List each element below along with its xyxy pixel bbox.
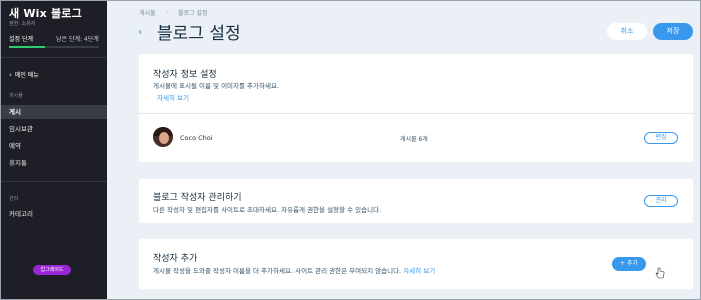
sidebar-item-publish[interactable]: 게시	[1, 105, 107, 119]
sidebar-divider	[1, 57, 107, 58]
add-writer-description-line: 게시물 작성을 도와줄 작성자 이름을 더 추가하세요. 사이트 관리 권한은 …	[153, 265, 435, 275]
page-title: 블로그 설정	[157, 24, 241, 44]
main-menu-back-link[interactable]: ‹ 메인 메뉴	[9, 70, 39, 80]
save-button[interactable]: 저장	[653, 23, 693, 40]
sidebar-item-trash[interactable]: 휴지통	[1, 156, 107, 170]
sidebar-divider	[1, 181, 107, 182]
role-label: 권한: 소유자	[9, 21, 36, 27]
add-writer-learn-more-link[interactable]: 자세히 보기	[403, 267, 435, 275]
sidebar-item-categories[interactable]: 카테고리	[1, 207, 107, 221]
setup-progress-bar	[9, 46, 99, 48]
author-info-card: 작성자 정보 설정 게시물에 표시될 이름 및 이미지를 추가하세요. 자세히 …	[139, 54, 693, 113]
breadcrumb-posts[interactable]: 게시물	[139, 8, 156, 17]
author-info-title: 작성자 정보 설정	[153, 70, 217, 80]
setup-step-label[interactable]: 설정 단계	[9, 34, 33, 43]
breadcrumb-current: 블로그 설정	[177, 10, 208, 17]
main-content: 게시물 › 블로그 설정 ‹ 블로그 설정 취소 저장 작성자 정보 설정 게시…	[107, 1, 700, 299]
add-writer-card: 작성자 추가 게시물 작성을 도와줄 작성자 이름을 더 추가하세요. 사이트 …	[139, 239, 693, 289]
section-posts-label: 게시물	[9, 93, 23, 99]
author-info-description: 게시물에 표시될 이름 및 이미지를 추가하세요.	[153, 82, 280, 90]
hand-cursor-icon	[655, 267, 665, 279]
manage-writers-description: 다른 작성자 및 편집자를 사이트로 초대하세요. 자유롭게 권한을 설정할 수…	[153, 206, 382, 214]
steps-left-label: 남은 단계: 4단계	[56, 36, 99, 43]
sidebar: 새 Wix 블로그 권한: 소유자 설정 단계 남은 단계: 4단계 ‹ 메인 …	[1, 1, 107, 299]
author-posts-count: 게시물 6개	[400, 136, 428, 143]
breadcrumb-separator-icon: ›	[165, 9, 168, 16]
upgrade-button[interactable]: 업그레이드	[33, 265, 71, 275]
setup-progress-fill	[9, 46, 45, 48]
site-title: 새 Wix 블로그	[9, 7, 82, 20]
avatar-face	[159, 132, 169, 144]
app-window: 새 Wix 블로그 권한: 소유자 설정 단계 남은 단계: 4단계 ‹ 메인 …	[0, 0, 701, 300]
breadcrumb: 게시물 › 블로그 설정	[139, 8, 207, 17]
manage-writers-title: 블로그 작성자 관리하기	[153, 193, 242, 203]
author-info-learn-more-link[interactable]: 자세히 보기	[157, 92, 189, 102]
author-row: Coco Choi 게시물 6개 편집	[139, 113, 693, 162]
edit-author-button[interactable]: 편집	[644, 132, 678, 144]
chevron-left-icon: ‹	[9, 70, 12, 79]
cancel-button[interactable]: 취소	[607, 23, 647, 40]
sidebar-item-drafts[interactable]: 임시보관	[1, 122, 107, 136]
manage-writers-card: 블로그 작성자 관리하기 다른 작성자 및 편집자를 사이트로 초대하세요. 자…	[139, 179, 693, 223]
author-name: Coco Choi	[180, 134, 213, 142]
back-arrow-icon[interactable]: ‹	[138, 25, 142, 38]
section-manage-label: 관리	[9, 196, 19, 202]
sidebar-item-scheduled[interactable]: 예약	[1, 139, 107, 153]
add-writer-description: 게시물 작성을 도와줄 작성자 이름을 더 추가하세요. 사이트 관리 권한은 …	[153, 267, 402, 275]
add-writer-button[interactable]: + 추가	[612, 257, 646, 271]
manage-writers-button[interactable]: 관리	[644, 195, 678, 207]
add-writer-title: 작성자 추가	[153, 254, 198, 264]
main-menu-label: 메인 메뉴	[14, 72, 39, 79]
avatar	[153, 127, 173, 147]
